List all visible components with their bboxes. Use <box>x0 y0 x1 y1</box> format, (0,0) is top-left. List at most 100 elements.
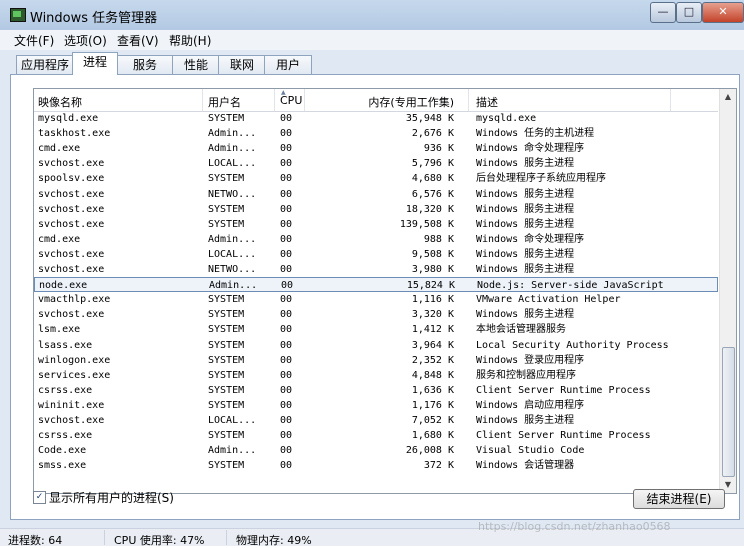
menu-help[interactable]: 帮助(H) <box>169 32 211 49</box>
process-memory: 26,008 K <box>405 445 454 457</box>
column-divider[interactable] <box>670 89 671 111</box>
process-list[interactable]: 映像名称 用户名 ▲ CPU 内存(专用工作集) 描述 mysqld.exe SY… <box>33 88 737 494</box>
table-row[interactable]: svchost.exe SYSTEM 00 139,508 K Windows 服务主进… <box>34 217 718 232</box>
table-row[interactable]: taskhost.exe Admin... 00 2,676 K Windows 任务的… <box>34 126 718 141</box>
column-cpu[interactable]: CPU <box>280 94 302 107</box>
table-row[interactable]: svchost.exe SYSTEM 00 3,320 K Windows 服务主进程 <box>34 307 718 322</box>
maximize-button[interactable]: □ <box>676 2 702 23</box>
process-image-name: svchost.exe <box>38 415 105 426</box>
process-description: Local Security Authority Process <box>476 339 669 351</box>
table-row[interactable]: mysqld.exe SYSTEM 00 35,948 K mysqld.exe <box>34 111 718 126</box>
process-description: mysqld.exe <box>476 113 537 124</box>
watermark-text: https://blog.csdn.net/zhanhao0568 <box>478 520 671 533</box>
process-cpu: 00 <box>280 415 293 426</box>
table-row[interactable]: svchost.exe LOCAL... 00 7,052 K Windows 服务主进… <box>34 413 718 428</box>
process-description: Windows 命令处理程序 <box>476 143 585 155</box>
process-description: Windows 服务主进程 <box>476 158 575 170</box>
process-user-name: SYSTEM <box>208 203 245 215</box>
process-cpu: 00 <box>280 143 293 155</box>
process-description: Windows 服务主进程 <box>476 203 575 215</box>
process-cpu: 00 <box>280 218 293 230</box>
table-row[interactable]: lsm.exe SYSTEM 00 1,412 K 本地会话管理器服务 <box>34 322 718 337</box>
process-user-name: SYSTEM <box>208 369 245 381</box>
process-description: Node.js: Server-side JavaScript <box>477 280 664 292</box>
table-row[interactable]: svchost.exe LOCAL... 00 5,796 K Windows 服务主进… <box>34 156 718 171</box>
scroll-thumb[interactable] <box>722 347 735 477</box>
process-memory: 15,824 K <box>406 280 455 292</box>
physical-memory: 物理内存: 49% <box>236 534 312 547</box>
window-title: Windows 任务管理器 <box>30 11 158 26</box>
scroll-up-icon[interactable]: ▲ <box>720 89 736 105</box>
minimize-button[interactable]: — <box>650 2 676 23</box>
process-image-name: winlogon.exe <box>38 354 111 366</box>
menu-file[interactable]: 文件(F) <box>14 32 54 49</box>
table-row[interactable]: csrss.exe SYSTEM 00 1,680 K Client Server Ru… <box>34 428 718 443</box>
table-row[interactable]: svchost.exe NETWO... 00 6,576 K Windows 服务主进… <box>34 187 718 202</box>
table-row[interactable]: lsass.exe SYSTEM 00 3,964 K Local Security A… <box>34 338 718 353</box>
process-memory: 936 K <box>423 143 454 155</box>
close-button[interactable]: ✕ <box>702 2 744 23</box>
process-image-name: csrss.exe <box>38 430 93 442</box>
table-row[interactable]: vmacthlp.exe SYSTEM 00 1,116 K VMware Activa… <box>34 292 718 307</box>
table-row[interactable]: svchost.exe LOCAL... 00 9,508 K Windows 服务主进… <box>34 247 718 262</box>
process-user-name: SYSTEM <box>208 173 245 185</box>
menu-view[interactable]: 查看(V) <box>117 32 159 49</box>
process-cpu: 00 <box>280 324 293 336</box>
column-user-name[interactable]: 用户名 <box>208 94 241 110</box>
title-bar[interactable]: Windows 任务管理器 — □ ✕ <box>0 0 744 30</box>
process-description: Windows 启动应用程序 <box>476 399 585 411</box>
tab-applications[interactable]: 应用程序 <box>16 55 74 74</box>
table-row[interactable]: spoolsv.exe SYSTEM 00 4,680 K 后台处理程序子系统应用程序 <box>34 171 718 186</box>
process-image-name: svchost.exe <box>38 188 105 200</box>
tab-services[interactable]: 服务 <box>116 55 174 74</box>
table-row[interactable]: Code.exe Admin... 00 26,008 K Visual Studio … <box>34 443 718 458</box>
end-process-button[interactable]: 结束进程(E) <box>633 489 725 509</box>
process-cpu: 00 <box>280 188 293 200</box>
process-cpu: 00 <box>280 158 293 170</box>
process-cpu: 00 <box>281 280 294 292</box>
table-row[interactable]: svchost.exe NETWO... 00 3,980 K Windows 服务主进… <box>34 262 718 277</box>
column-description[interactable]: 描述 <box>476 94 498 110</box>
table-row[interactable]: smss.exe SYSTEM 00 372 K Windows 会话管理器 <box>34 458 718 473</box>
process-image-name: mysqld.exe <box>38 113 99 124</box>
tab-performance[interactable]: 性能 <box>172 55 220 74</box>
process-memory: 9,508 K <box>411 248 454 260</box>
column-divider[interactable] <box>274 89 275 111</box>
process-user-name: SYSTEM <box>208 218 245 230</box>
vertical-scrollbar[interactable]: ▲ ▼ <box>719 89 736 493</box>
table-row[interactable]: cmd.exe Admin... 00 988 K Windows 命令处理程序 <box>34 232 718 247</box>
table-row[interactable]: node.exe Admin... 00 15,824 K Node.js: Serve… <box>34 277 718 293</box>
column-divider[interactable] <box>202 89 203 111</box>
show-all-users-checkbox[interactable]: ✓ <box>33 491 46 504</box>
table-row[interactable]: winlogon.exe SYSTEM 00 2,352 K Windows 登录应用程… <box>34 353 718 368</box>
process-image-name: spoolsv.exe <box>38 173 105 185</box>
process-memory: 6,576 K <box>411 188 454 200</box>
table-row[interactable]: csrss.exe SYSTEM 00 1,636 K Client Server Ru… <box>34 383 718 398</box>
table-row[interactable]: cmd.exe Admin... 00 936 K Windows 命令处理程序 <box>34 141 718 156</box>
process-memory: 3,980 K <box>411 264 454 275</box>
table-row[interactable]: wininit.exe SYSTEM 00 1,176 K Windows 启动应用程序 <box>34 398 718 413</box>
tab-users[interactable]: 用户 <box>264 55 312 74</box>
column-divider[interactable] <box>304 89 305 111</box>
show-all-users-label[interactable]: 显示所有用户的进程(S) <box>49 489 174 506</box>
tab-bar: 应用程序 进程 服务 性能 联网 用户 <box>0 52 744 75</box>
process-image-name: smss.exe <box>38 460 87 472</box>
process-cpu: 00 <box>280 399 293 411</box>
menu-options[interactable]: 选项(O) <box>64 32 107 49</box>
process-description: Windows 任务的主机进程 <box>476 128 595 140</box>
process-cpu: 00 <box>280 173 293 185</box>
column-memory[interactable]: 内存(专用工作集) <box>354 94 454 110</box>
table-row[interactable]: services.exe SYSTEM 00 4,848 K 服务和控制器应用程序 <box>34 368 718 383</box>
process-memory: 372 K <box>423 460 454 472</box>
column-divider[interactable] <box>468 89 469 111</box>
tab-processes[interactable]: 进程 <box>72 52 118 75</box>
process-memory: 1,680 K <box>411 430 454 442</box>
process-cpu: 00 <box>280 339 293 351</box>
table-row[interactable]: svchost.exe SYSTEM 00 18,320 K Windows 服务主进程 <box>34 202 718 217</box>
process-memory: 5,796 K <box>411 158 454 170</box>
process-count: 进程数: 64 <box>8 534 63 547</box>
column-image-name[interactable]: 映像名称 <box>38 94 82 110</box>
process-memory: 988 K <box>423 233 454 245</box>
tab-networking[interactable]: 联网 <box>218 55 266 74</box>
process-description: 后台处理程序子系统应用程序 <box>476 173 606 185</box>
